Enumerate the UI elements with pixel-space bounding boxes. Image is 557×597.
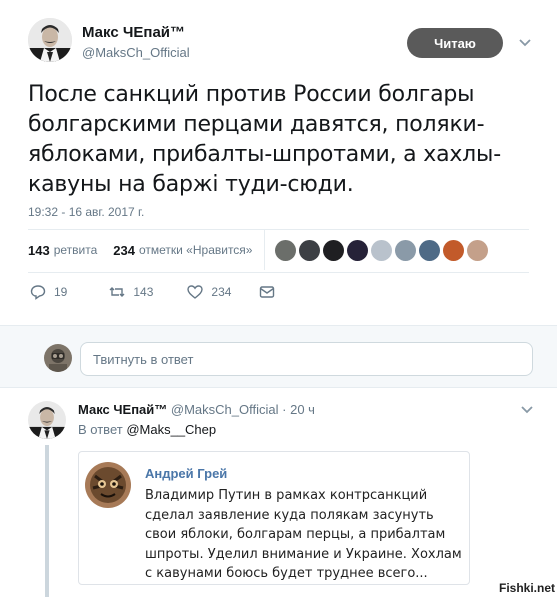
liker-avatar[interactable] bbox=[299, 240, 320, 261]
tweet-actions: 19 143 234 bbox=[30, 284, 305, 300]
retweet-icon bbox=[109, 287, 125, 297]
author-name[interactable]: Макс ЧЕпай™ bbox=[82, 24, 185, 41]
retweet-count: 143 bbox=[133, 285, 154, 299]
divider bbox=[28, 229, 529, 230]
author-handle[interactable]: @MaksCh_Official bbox=[82, 45, 190, 60]
liker-avatar[interactable] bbox=[323, 240, 344, 261]
liker-avatar[interactable] bbox=[275, 240, 296, 261]
heart-icon bbox=[187, 285, 204, 299]
reply-icon bbox=[30, 285, 46, 300]
reply-input[interactable] bbox=[80, 342, 533, 376]
quote-avatar bbox=[85, 462, 131, 508]
mention-link[interactable]: @Maks__Chep bbox=[126, 422, 216, 437]
author-name[interactable]: Макс ЧЕпай™ bbox=[78, 402, 167, 417]
liker-avatar[interactable] bbox=[419, 240, 440, 261]
likes-label[interactable]: отметки «Нравится» bbox=[139, 243, 253, 257]
chevron-down-icon[interactable] bbox=[520, 403, 534, 417]
liker-avatar[interactable] bbox=[395, 240, 416, 261]
message-icon bbox=[260, 286, 275, 298]
tweet-timestamp[interactable]: 19:32 - 16 авг. 2017 г. bbox=[28, 205, 144, 219]
replying-to: В ответ @Maks__Chep bbox=[78, 422, 216, 437]
reply-count: 19 bbox=[54, 285, 68, 299]
tweet-text: После санкций против России болгары болг… bbox=[28, 82, 501, 197]
reply-header: Макс ЧЕпай™ @MaksCh_Official · 20 ч bbox=[78, 402, 315, 417]
liker-avatar[interactable] bbox=[347, 240, 368, 261]
divider bbox=[28, 272, 529, 273]
user-avatar[interactable] bbox=[44, 344, 72, 372]
thread-line bbox=[45, 445, 49, 597]
quote-author-name: Андрей Грей bbox=[145, 466, 228, 481]
replying-prefix: В ответ bbox=[78, 422, 123, 437]
separator-dot: · bbox=[282, 402, 287, 417]
chevron-down-icon[interactable] bbox=[518, 36, 532, 50]
likes-count[interactable]: 234 bbox=[113, 243, 135, 258]
retweets-label[interactable]: ретвита bbox=[54, 243, 98, 257]
divider bbox=[264, 230, 265, 270]
liker-avatar[interactable] bbox=[443, 240, 464, 261]
author-avatar[interactable] bbox=[28, 401, 66, 439]
watermark: Fishki.net bbox=[498, 581, 555, 595]
liker-avatar[interactable] bbox=[467, 240, 488, 261]
like-count: 234 bbox=[211, 285, 232, 299]
quoted-image[interactable]: Андрей Грей Владимир Путин в рамках конт… bbox=[78, 451, 470, 585]
liker-avatar[interactable] bbox=[371, 240, 392, 261]
tweet-stats: 143 ретвита 234 отметки «Нравится» bbox=[28, 240, 252, 260]
reply-button[interactable]: 19 bbox=[30, 284, 67, 300]
retweet-button[interactable]: 143 bbox=[109, 284, 153, 300]
following-button[interactable]: Читаю bbox=[407, 28, 503, 58]
reply-tweet: Макс ЧЕпай™ @MaksCh_Official · 20 ч В от… bbox=[0, 389, 557, 597]
reply-composer bbox=[0, 325, 557, 388]
liker-avatars bbox=[275, 240, 488, 261]
quote-text: Владимир Путин в рамках контрсанкций сде… bbox=[145, 488, 462, 581]
author-handle[interactable]: @MaksCh_Official bbox=[171, 402, 279, 417]
like-button[interactable]: 234 bbox=[187, 284, 231, 300]
main-tweet: Макс ЧЕпай™ @MaksCh_Official Читаю После… bbox=[0, 0, 557, 325]
retweets-count[interactable]: 143 bbox=[28, 243, 50, 258]
author-avatar[interactable] bbox=[28, 18, 72, 62]
direct-message-button[interactable] bbox=[259, 284, 275, 300]
reply-time[interactable]: 20 ч bbox=[290, 402, 315, 417]
